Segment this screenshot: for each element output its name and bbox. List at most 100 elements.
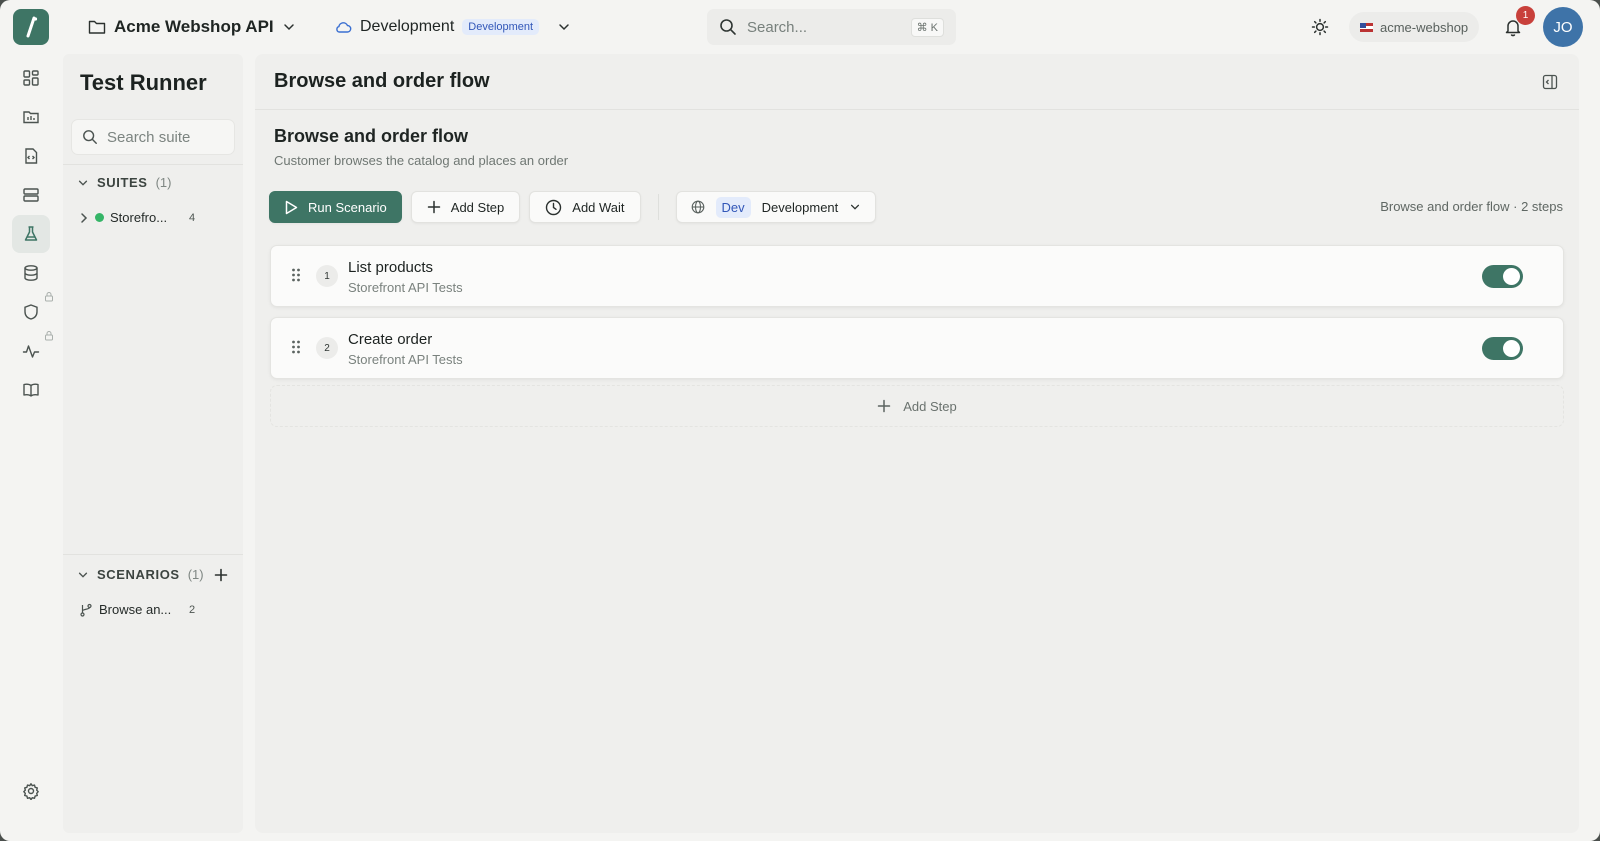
rail-collections[interactable]	[12, 98, 50, 136]
scenarios-count: (1)	[187, 567, 204, 582]
suite-search-placeholder: Search suite	[107, 128, 191, 146]
scenario-name: Browse an...	[99, 602, 172, 617]
us-flag-icon	[1360, 22, 1373, 32]
flask-icon	[24, 226, 38, 241]
rail-docs[interactable]	[12, 371, 50, 409]
step-name: List products	[348, 259, 434, 276]
shield-icon	[24, 304, 38, 320]
top-bar: Acme Webshop API Development Development…	[0, 0, 1600, 52]
notification-badge: 1	[1516, 6, 1535, 25]
environment-label: Development	[761, 199, 839, 215]
global-search[interactable]: Search... ⌘ K	[707, 9, 956, 45]
theme-toggle[interactable]	[1307, 14, 1333, 40]
scenario-panel: Browse and order flow Browse and order f…	[255, 54, 1579, 833]
suite-name: Storefro...	[110, 210, 168, 225]
run-scenario-button[interactable]: Run Scenario	[269, 191, 402, 223]
user-avatar[interactable]: JO	[1543, 7, 1583, 47]
toggle-knob	[1503, 340, 1520, 357]
scenario-item[interactable]: Browse an... 2	[79, 602, 229, 617]
git-branch-icon	[80, 603, 92, 617]
suites-count: (1)	[155, 175, 172, 190]
workspace-name: acme-webshop	[1380, 19, 1469, 35]
step-enabled-toggle[interactable]	[1482, 265, 1523, 288]
run-scenario-label: Run Scenario	[308, 199, 387, 215]
dashboard-icon	[23, 70, 39, 86]
logo-slash-icon	[26, 16, 38, 38]
panel-left-icon	[1542, 74, 1558, 90]
panel-title: Browse and order flow	[274, 70, 490, 92]
scenario-description: Customer browses the catalog and places …	[274, 153, 569, 168]
collections-icon	[23, 111, 39, 124]
rail-monitoring[interactable]	[12, 331, 53, 370]
scenarios-label: SCENARIOS	[97, 567, 180, 582]
chevron-down-icon	[78, 180, 88, 186]
globe-icon	[691, 200, 704, 214]
lock-icon	[45, 331, 53, 341]
suite-search-input[interactable]: Search suite	[71, 119, 235, 155]
app-window: Acme Webshop API Development Development…	[0, 0, 1600, 841]
test-runner-sidebar: Test Runner Search suite SUITES (1) Stor…	[63, 54, 243, 833]
workspace-selector[interactable]: acme-webshop	[1349, 12, 1480, 42]
chevron-down-icon	[559, 24, 569, 31]
scenarios-section-header[interactable]: SCENARIOS (1)	[77, 567, 228, 582]
rail-dashboard[interactable]	[12, 59, 50, 97]
project-name: Acme Webshop API	[114, 17, 274, 36]
folder-icon	[88, 20, 106, 34]
step-number: 2	[316, 337, 338, 359]
sun-icon	[1311, 18, 1329, 36]
app-logo[interactable]	[13, 9, 49, 45]
suite-status-dot	[95, 213, 104, 222]
step-card[interactable]: 1 List products Storefront API Tests	[270, 245, 1564, 307]
search-icon	[83, 130, 97, 144]
step-number: 1	[316, 265, 338, 287]
environment-selector[interactable]: Development Development	[334, 14, 571, 40]
server-icon	[23, 188, 39, 202]
suites-section-header[interactable]: SUITES (1)	[77, 175, 171, 190]
cloud-icon	[336, 22, 352, 33]
search-icon	[720, 19, 736, 35]
play-icon	[285, 200, 298, 214]
rail-settings[interactable]	[12, 772, 50, 810]
activity-icon	[22, 345, 40, 358]
project-selector[interactable]: Acme Webshop API	[88, 14, 296, 40]
environment-chip: Dev	[715, 196, 751, 218]
add-step-row-label: Add Step	[903, 398, 957, 414]
settings-icon	[23, 783, 39, 800]
environment-dropdown[interactable]: Dev Development	[675, 191, 877, 223]
rail-security[interactable]	[12, 292, 53, 331]
plus-icon	[878, 399, 891, 413]
drag-handle-icon[interactable]	[291, 339, 301, 355]
sidebar-title: Test Runner	[80, 70, 207, 95]
step-enabled-toggle[interactable]	[1482, 337, 1523, 360]
nav-rail	[0, 56, 62, 841]
plus-icon[interactable]	[214, 568, 228, 582]
drag-handle-icon[interactable]	[291, 267, 301, 283]
code-file-icon	[25, 148, 38, 164]
rail-database[interactable]	[12, 254, 50, 292]
search-shortcut: ⌘ K	[910, 17, 944, 37]
rail-test-runner[interactable]	[12, 215, 50, 253]
add-step-button[interactable]: Add Step	[410, 191, 521, 223]
add-step-row-button[interactable]: Add Step	[270, 385, 1564, 427]
database-icon	[24, 265, 38, 281]
toggle-panel-button[interactable]	[1539, 71, 1561, 93]
suite-test-count: 4	[189, 211, 196, 224]
step-suite: Storefront API Tests	[348, 280, 463, 295]
add-step-label: Add Step	[450, 199, 505, 215]
scenario-summary: Browse and order flow · 2 steps	[1380, 199, 1563, 214]
book-icon	[23, 383, 39, 397]
suite-item[interactable]: Storefro... 4	[79, 210, 229, 225]
environment-name: Development	[360, 18, 455, 35]
sidebar-divider	[63, 554, 243, 555]
step-card[interactable]: 2 Create order Storefront API Tests	[270, 317, 1564, 379]
chevron-right-icon	[81, 212, 88, 223]
add-wait-button[interactable]: Add Wait	[529, 191, 641, 223]
scenario-step-count: 2	[189, 603, 196, 616]
environment-badge: Development	[462, 19, 540, 35]
sidebar-divider	[63, 164, 243, 165]
rail-servers[interactable]	[12, 176, 50, 214]
chevron-down-icon	[283, 24, 294, 31]
chevron-down-icon	[851, 204, 860, 210]
rail-code[interactable]	[12, 137, 50, 175]
add-wait-label: Add Wait	[572, 199, 625, 215]
